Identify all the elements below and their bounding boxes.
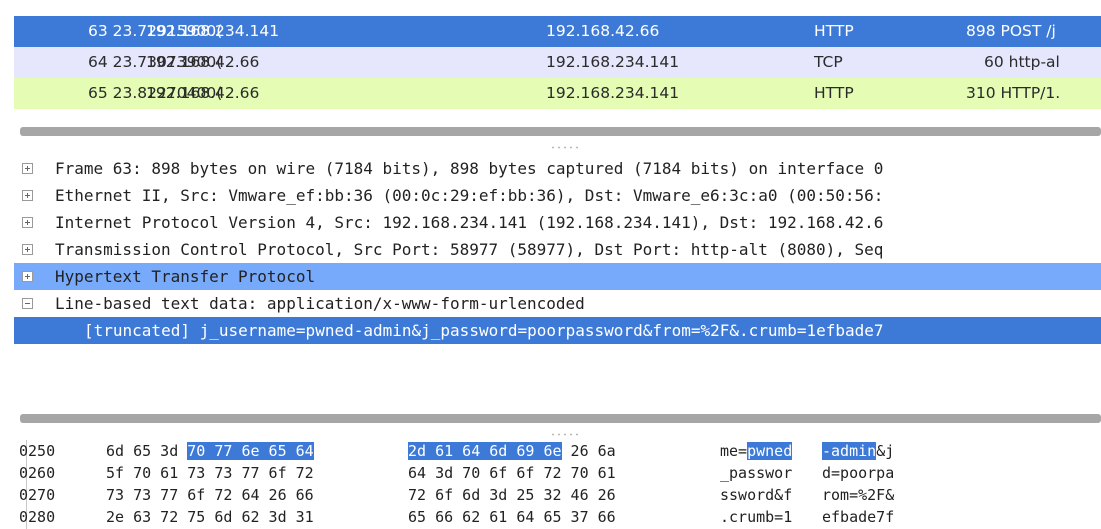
hex-bytes-group-2[interactable]: 2d 61 64 6d 69 6e 26 6a <box>408 440 616 462</box>
ascii-group-2[interactable]: -admin&j <box>822 440 894 462</box>
packet-row[interactable]: 63 23.72915900(192.168.234.141 192.168.42… <box>14 16 1101 47</box>
tree-row[interactable]: Ethernet II, Src: Vmware_ef:bb:36 (00:0c… <box>14 182 1101 209</box>
packet-list[interactable]: 63 23.72915900(192.168.234.141 192.168.42… <box>14 16 1101 120</box>
pane-resize-handle[interactable] <box>550 433 580 436</box>
hex-bytes-group-2[interactable]: 65 66 62 61 64 65 37 66 <box>408 506 616 528</box>
highlighted-bytes: pwned <box>747 442 793 460</box>
expand-icon[interactable] <box>22 217 33 228</box>
packet-length-info: 60 http-al <box>984 53 1060 71</box>
tree-row[interactable]: Hypertext Transfer Protocol <box>14 263 1101 290</box>
packet-source: 192.168.234.141 <box>146 22 280 40</box>
tree-row-label: Hypertext Transfer Protocol <box>55 267 316 286</box>
tree-row-label: Frame 63: 898 bytes on wire (7184 bits),… <box>55 159 884 178</box>
tree-row[interactable]: Internet Protocol Version 4, Src: 192.16… <box>14 209 1101 236</box>
ascii-group-2[interactable]: d=poorpa <box>822 462 894 484</box>
hex-bytes-group-1[interactable]: 2e 63 72 75 6d 62 3d 31 <box>106 506 314 528</box>
packet-length-info: 310 HTTP/1. <box>966 84 1061 102</box>
packet-bytes-pane[interactable]: 0250 6d 65 3d 70 77 6e 65 64 2d 61 64 6d 6… <box>14 440 1101 529</box>
hex-offset: 0250 <box>19 442 56 460</box>
packet-source: 192.168.42.66 <box>146 84 260 102</box>
hex-bytes-group-2[interactable]: 72 6f 6d 3d 25 32 46 26 <box>408 484 616 506</box>
packet-details-horizontal-scrollbar[interactable] <box>20 414 1101 423</box>
packet-protocol: TCP <box>814 53 843 71</box>
hex-offset: 0280 <box>19 508 56 526</box>
hex-row: 0280 2e 63 72 75 6d 62 3d 31 65 66 62 61 6… <box>14 506 1101 528</box>
packet-row[interactable]: 65 23.82270400(192.168.42.66 192.168.234.… <box>14 78 1101 109</box>
tree-row-label: Ethernet II, Src: Vmware_ef:bb:36 (00:0c… <box>55 186 884 205</box>
highlighted-bytes: 2d 61 64 6d 69 6e <box>408 442 562 460</box>
hex-offset: 0270 <box>19 486 56 504</box>
hex-row: 0270 73 73 77 6f 72 64 26 66 72 6f 6d 3d 2… <box>14 484 1101 506</box>
tree-row[interactable]: Line-based text data: application/x-www-… <box>14 290 1101 317</box>
expand-icon[interactable] <box>22 163 33 174</box>
packet-destination: 192.168.42.66 <box>546 22 660 40</box>
ascii-group-1[interactable]: ssword&f <box>720 484 792 506</box>
expand-icon[interactable] <box>22 190 33 201</box>
tree-row[interactable]: Transmission Control Protocol, Src Port:… <box>14 236 1101 263</box>
packet-destination: 192.168.234.141 <box>546 53 680 71</box>
packet-row[interactable]: 64 23.73073900(192.168.42.66 192.168.234.… <box>14 47 1101 78</box>
ascii-group-2[interactable]: efbade7f <box>822 506 894 528</box>
ascii-group-1[interactable]: .crumb=1 <box>720 506 792 528</box>
ascii-group-1[interactable]: _passwor <box>720 462 792 484</box>
packet-source: 192.168.42.66 <box>146 53 260 71</box>
tree-row-label: [truncated] j_username=pwned-admin&j_pas… <box>84 321 884 340</box>
hex-bytes-group-1[interactable]: 73 73 77 6f 72 64 26 66 <box>106 484 314 506</box>
highlighted-bytes: 70 77 6e 65 64 <box>187 442 314 460</box>
expand-icon[interactable] <box>22 271 33 282</box>
hex-row: 0250 6d 65 3d 70 77 6e 65 64 2d 61 64 6d 6… <box>14 440 1101 462</box>
tree-row-label: Line-based text data: application/x-www-… <box>55 294 585 313</box>
ascii-group-1[interactable]: me=pwned <box>720 440 793 462</box>
tree-row-label: Internet Protocol Version 4, Src: 192.16… <box>55 213 884 232</box>
packet-list-horizontal-scrollbar[interactable] <box>20 127 1101 136</box>
expand-icon[interactable] <box>22 244 33 255</box>
packet-length-info: 898 POST /j <box>966 22 1056 40</box>
tree-row[interactable]: Frame 63: 898 bytes on wire (7184 bits),… <box>14 155 1101 182</box>
hex-offset: 0260 <box>19 464 56 482</box>
highlighted-bytes: -admin <box>822 442 877 460</box>
pane-resize-handle[interactable] <box>550 146 580 149</box>
packet-protocol: HTTP <box>814 22 854 40</box>
collapse-icon[interactable] <box>22 298 33 309</box>
packet-destination: 192.168.234.141 <box>546 84 680 102</box>
ascii-group-2[interactable]: rom=%2F& <box>822 484 894 506</box>
packet-details-tree[interactable]: Frame 63: 898 bytes on wire (7184 bits),… <box>14 155 1101 400</box>
hex-bytes-group-2[interactable]: 64 3d 70 6f 6f 72 70 61 <box>408 462 616 484</box>
hex-bytes-group-1[interactable]: 6d 65 3d 70 77 6e 65 64 <box>106 440 314 462</box>
hex-row: 0260 5f 70 61 73 73 77 6f 72 64 3d 70 6f 6… <box>14 462 1101 484</box>
packet-protocol: HTTP <box>814 84 854 102</box>
tree-row-label: Transmission Control Protocol, Src Port:… <box>55 240 884 259</box>
hex-bytes-group-1[interactable]: 5f 70 61 73 73 77 6f 72 <box>106 462 314 484</box>
tree-row[interactable]: [truncated] j_username=pwned-admin&j_pas… <box>14 317 1101 344</box>
